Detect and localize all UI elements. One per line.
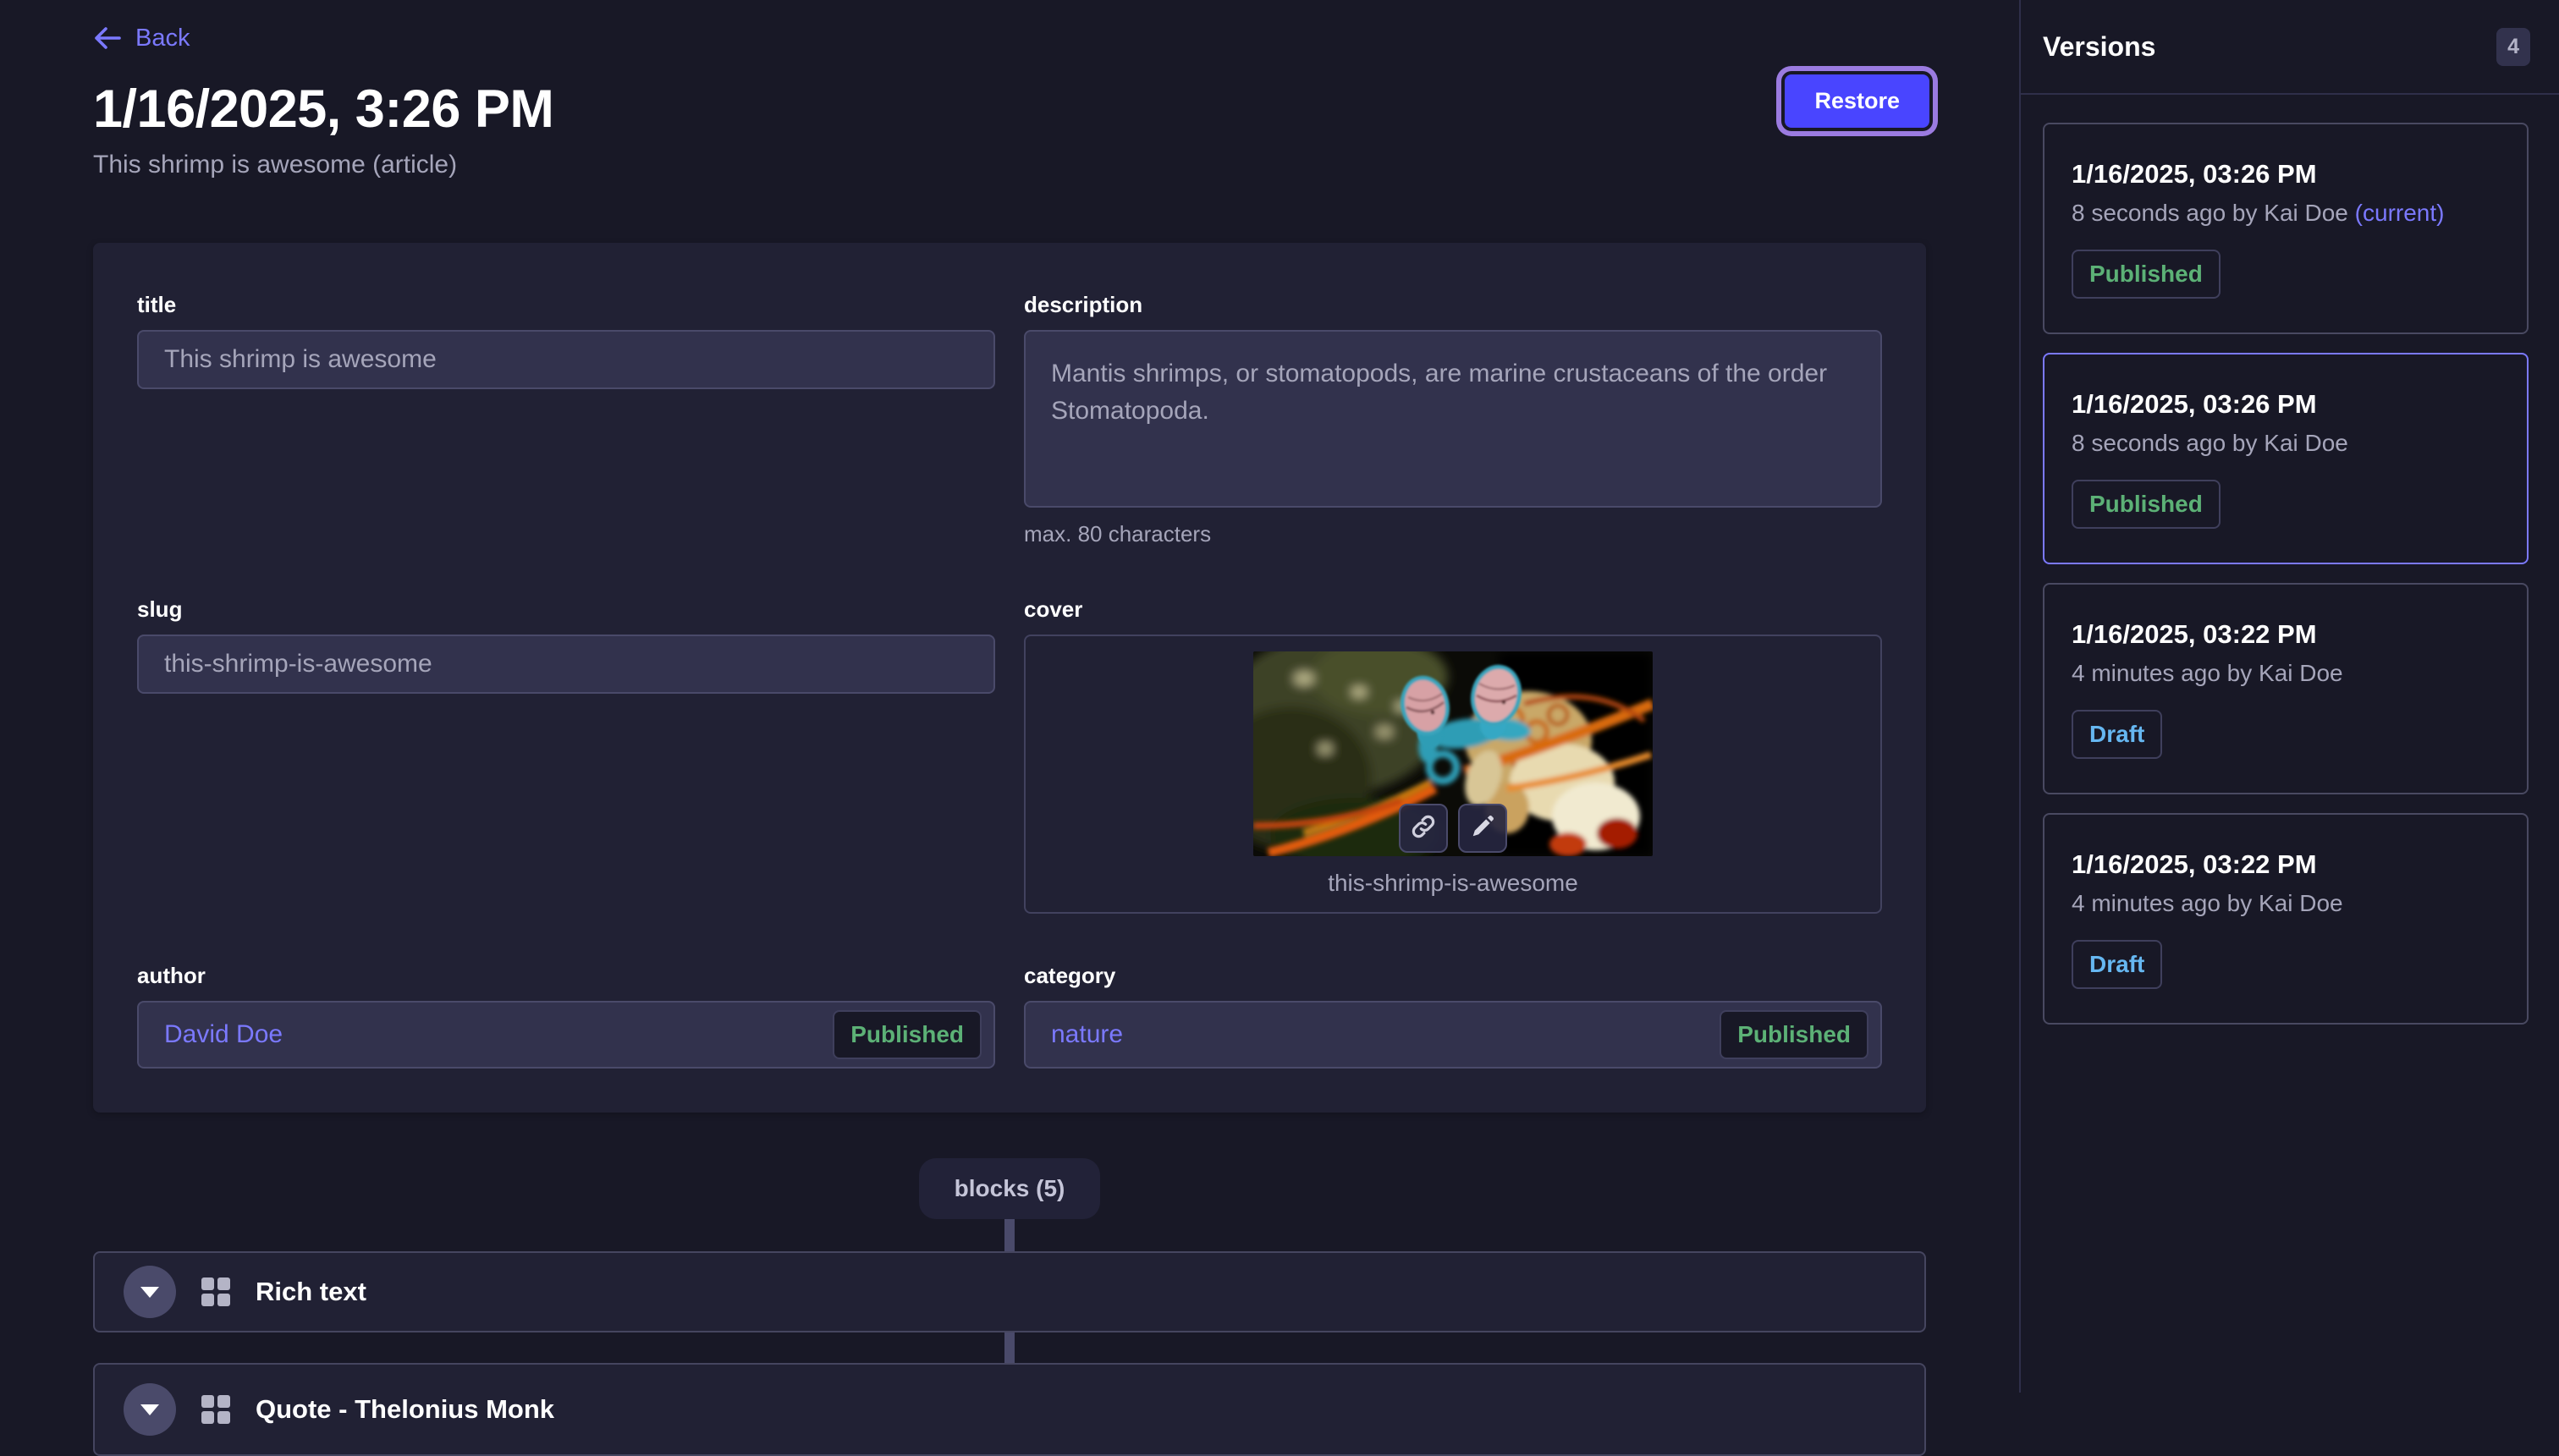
category-relation-link[interactable]: nature (1051, 1020, 1123, 1049)
blocks-connector-line (1004, 1332, 1015, 1363)
version-status-badge: Draft (2072, 710, 2162, 759)
page-subtitle: This shrimp is awesome (article) (93, 150, 1926, 180)
version-date: 1/16/2025, 03:22 PM (2072, 618, 2500, 651)
versions-list: 1/16/2025, 03:26 PM 8 seconds ago by Kai… (2021, 95, 2559, 1025)
block-accordion-quote[interactable]: Quote - Thelonius Monk (93, 1363, 1926, 1456)
description-label: description (1024, 292, 1882, 318)
block-label: Quote - Thelonius Monk (256, 1394, 554, 1425)
block-accordion-rich-text[interactable]: Rich text (93, 1251, 1926, 1332)
field-cover: cover (1024, 596, 1882, 914)
author-relation-link[interactable]: David Doe (164, 1020, 283, 1049)
versions-title: Versions (2043, 31, 2155, 63)
version-card[interactable]: 1/16/2025, 03:26 PM 8 seconds ago by Kai… (2043, 123, 2529, 334)
slug-label: slug (137, 596, 995, 623)
version-date: 1/16/2025, 03:26 PM (2072, 158, 2500, 190)
arrow-left-icon (93, 25, 122, 51)
cover-image (1253, 651, 1653, 856)
version-date: 1/16/2025, 03:26 PM (2072, 388, 2500, 420)
field-slug: slug (137, 596, 995, 914)
drag-handle-grid-icon (201, 1277, 230, 1306)
main-content: Back 1/16/2025, 3:26 PM This shrimp is a… (0, 0, 2019, 1393)
version-card[interactable]: 1/16/2025, 03:22 PM 4 minutes ago by Kai… (2043, 813, 2529, 1025)
version-status-badge: Draft (2072, 940, 2162, 989)
category-relation-box: nature Published (1024, 1001, 1882, 1069)
description-hint: max. 80 characters (1024, 521, 1882, 547)
chevron-down-icon (140, 1404, 159, 1415)
version-date: 1/16/2025, 03:22 PM (2072, 849, 2500, 881)
field-description: description Mantis shrimps, or stomatopo… (1024, 292, 1882, 547)
cover-caption: this-shrimp-is-awesome (1328, 870, 1578, 897)
slug-input[interactable] (137, 635, 995, 694)
drag-handle-grid-icon (201, 1395, 230, 1424)
author-relation-box: David Doe Published (137, 1001, 995, 1069)
copy-link-button[interactable] (1399, 804, 1448, 853)
link-icon (1410, 813, 1437, 844)
back-label: Back (135, 25, 190, 52)
field-author: author David Doe Published (137, 963, 995, 1069)
version-history-page: Back 1/16/2025, 3:26 PM This shrimp is a… (0, 0, 2559, 1393)
accordion-toggle-button[interactable] (124, 1266, 176, 1318)
block-label: Rich text (256, 1277, 366, 1307)
category-label: category (1024, 963, 1882, 989)
category-status-badge: Published (1720, 1010, 1868, 1059)
back-link[interactable]: Back (93, 21, 1926, 55)
current-tag: (current) (2355, 200, 2445, 226)
title-input[interactable] (137, 330, 995, 389)
blocks-count-pill: blocks (5) (919, 1158, 1101, 1219)
version-card-selected[interactable]: 1/16/2025, 03:26 PM 8 seconds ago by Kai… (2043, 353, 2529, 564)
version-meta: 8 seconds ago by Kai Doe (current) (2072, 199, 2500, 228)
entry-fields-card: title description Mantis shrimps, or sto… (93, 243, 1926, 1113)
field-title: title (137, 292, 995, 547)
title-label: title (137, 292, 995, 318)
version-meta: 4 minutes ago by Kai Doe (2072, 889, 2500, 918)
blocks-pill-row: blocks (5) (93, 1158, 1926, 1219)
description-textarea[interactable]: Mantis shrimps, or stomatopods, are mari… (1024, 330, 1882, 508)
page-title: 1/16/2025, 3:26 PM (93, 79, 1926, 140)
cover-label: cover (1024, 596, 1882, 623)
edit-image-button[interactable] (1458, 804, 1507, 853)
version-status-badge: Published (2072, 250, 2221, 299)
cover-actions (1399, 804, 1507, 853)
versions-header: Versions 4 (2021, 0, 2559, 95)
version-status-badge: Published (2072, 480, 2221, 529)
author-status-badge: Published (833, 1010, 982, 1059)
accordion-toggle-button[interactable] (124, 1383, 176, 1436)
version-card[interactable]: 1/16/2025, 03:22 PM 4 minutes ago by Kai… (2043, 583, 2529, 794)
author-label: author (137, 963, 995, 989)
chevron-down-icon (140, 1287, 159, 1298)
versions-sidebar: Versions 4 1/16/2025, 03:26 PM 8 seconds… (2019, 0, 2559, 1393)
versions-count-badge: 4 (2496, 28, 2530, 66)
restore-button[interactable]: Restore (1785, 74, 1929, 128)
blocks-connector-line (1004, 1219, 1015, 1251)
cover-media-box: this-shrimp-is-awesome (1024, 635, 1882, 914)
field-category: category nature Published (1024, 963, 1882, 1069)
version-meta: 8 seconds ago by Kai Doe (2072, 429, 2500, 458)
pencil-icon (1470, 814, 1495, 843)
version-meta: 4 minutes ago by Kai Doe (2072, 659, 2500, 688)
